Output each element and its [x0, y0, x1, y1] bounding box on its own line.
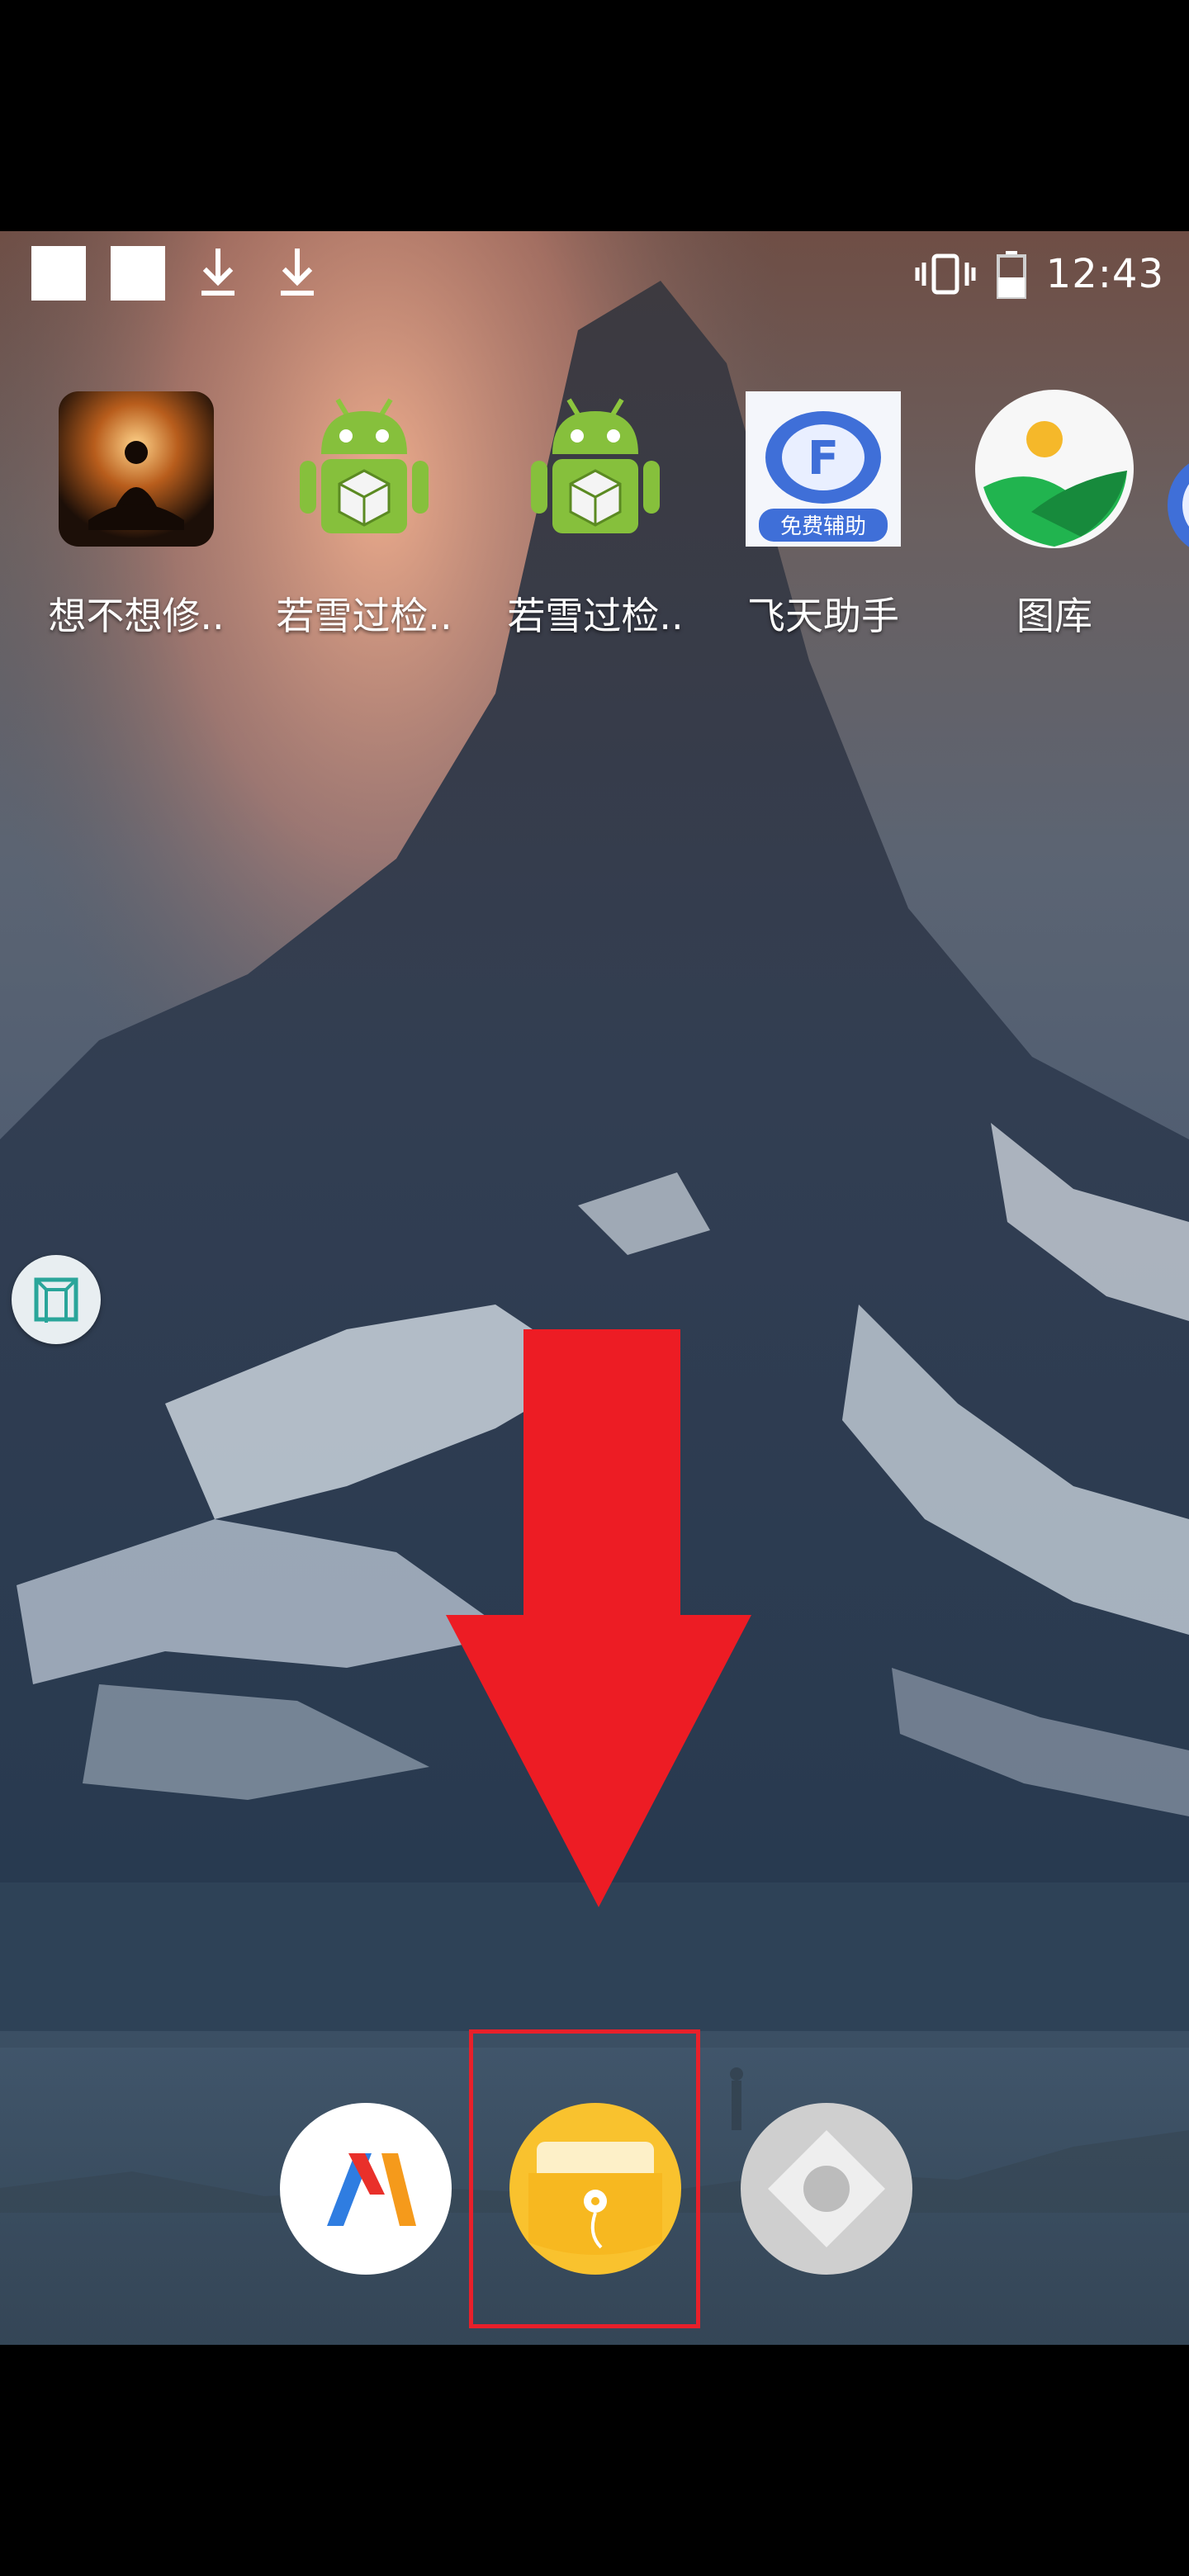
app-label: 若雪过检..: [276, 594, 452, 638]
gallery-icon: [975, 390, 1134, 548]
svg-text:F: F: [808, 432, 839, 485]
android-robot-icon: [300, 398, 429, 533]
app-gallery[interactable]: 图库: [943, 388, 1166, 661]
next-page-app-icon: [1168, 463, 1189, 547]
status-right: 12:43: [914, 241, 1164, 307]
notification-square-icon: [111, 246, 165, 301]
home-screen: 12:43 想不想修.. 若雪过检.. 若雪过检.. F 免费辅助 飞天助手 图…: [0, 231, 1189, 2345]
vibrate-icon: [915, 253, 976, 295]
app-label: 飞天助手: [747, 594, 899, 638]
app-meditation-game[interactable]: 想不想修..: [25, 388, 248, 661]
gray-diamond-app-icon[interactable]: [740, 2102, 913, 2275]
cube-icon: [34, 1277, 78, 1323]
clock: 12:43: [1045, 251, 1164, 297]
orange-blue-stripes-app-icon[interactable]: [279, 2102, 452, 2275]
app-label: 想不想修..: [48, 594, 225, 638]
feitian-assistant-icon: F 免费辅助: [746, 391, 901, 547]
meditation-game-icon: [59, 391, 214, 547]
download-icon: [201, 249, 234, 296]
notification-square-icon: [31, 246, 86, 301]
floating-assistant-button[interactable]: [12, 1255, 101, 1344]
app-label: 若雪过检..: [507, 594, 684, 638]
download-icon: [281, 249, 314, 296]
app-label: 图库: [1016, 594, 1092, 638]
status-bar: 12:43: [0, 231, 1189, 314]
app-ruoxue-1[interactable]: 若雪过检..: [253, 388, 476, 661]
app-ruoxue-2[interactable]: 若雪过检..: [484, 388, 707, 661]
android-robot-icon: [531, 398, 660, 533]
device-frame: 12:43 想不想修.. 若雪过检.. 若雪过检.. F 免费辅助 飞天助手 图…: [0, 0, 1189, 2576]
battery-icon: [996, 251, 1026, 299]
highlight-box: [469, 2029, 700, 2328]
guide-arrow: [446, 1329, 751, 1907]
badge-text: 免费辅助: [780, 514, 866, 539]
app-feitian-assistant[interactable]: F 免费辅助 飞天助手: [712, 388, 935, 661]
